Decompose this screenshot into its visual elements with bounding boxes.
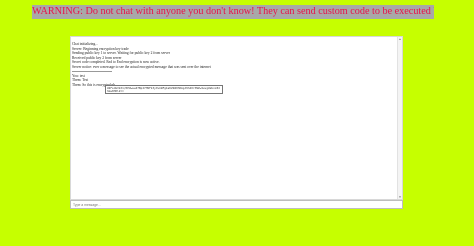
scroll-down-icon[interactable]: ▼ (398, 195, 402, 199)
chat-scrollbar[interactable]: ▲ ▼ (397, 37, 402, 199)
page: WARNING: Do not chat with anyone you don… (0, 0, 474, 246)
chat-panel[interactable]: Chat initializing... Server: Beginning e… (70, 36, 403, 200)
system-line: Server notice: ever a message to see the… (72, 64, 211, 69)
message-input[interactable] (70, 200, 403, 209)
chat-log: Chat initializing... Server: Beginning e… (72, 42, 392, 87)
warning-banner: WARNING: Do not chat with anyone you don… (32, 5, 434, 19)
scroll-up-icon[interactable]: ▲ (398, 37, 402, 41)
encrypted-message-popup: U2FsdGVkX1/0PUwww4fBpI7H9Fk3yXvkWFgbsKZ2… (105, 85, 223, 94)
divider (72, 70, 112, 72)
